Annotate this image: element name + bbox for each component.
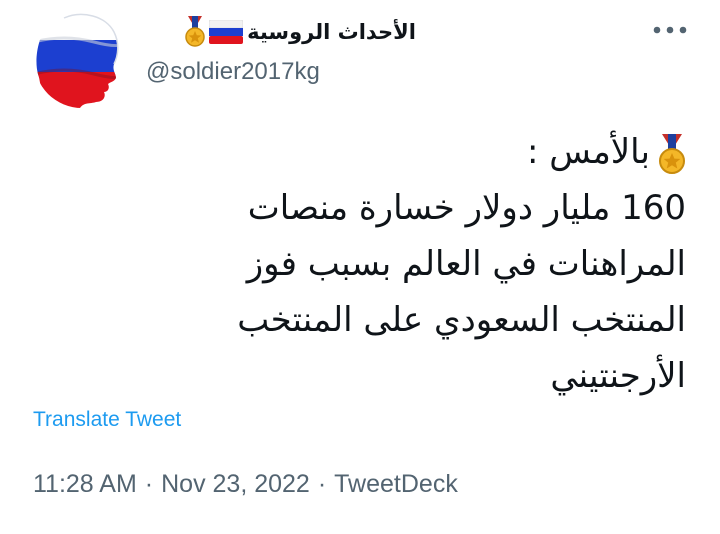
tweet-text-line-3: المراهنات في العالم بسبب فوز [246, 244, 686, 284]
more-options-button[interactable] [648, 16, 692, 44]
meta-separator: · [317, 470, 327, 498]
more-dots-icon [653, 26, 687, 34]
translate-tweet-link[interactable]: Translate Tweet [33, 408, 181, 432]
author-avatar[interactable] [34, 12, 130, 108]
russian-flag-icon [209, 20, 244, 44]
medal-icon [658, 133, 686, 174]
tweet-card: الأحداث الروسية @soldier2017kg بالأمس : … [0, 0, 720, 534]
tweet-text-line-1: بالأمس : [66, 124, 686, 180]
tweet-text: بالأمس : 160 مليار دولار خسارة منصات الم… [66, 124, 686, 404]
author-block[interactable]: الأحداث الروسية @soldier2017kg [146, 14, 416, 98]
author-display-name[interactable]: الأحداث الروسية [247, 20, 416, 44]
tweet-text-line-5: الأرجنتيني [550, 356, 686, 396]
tweet-date[interactable]: Nov 23, 2022 [161, 470, 310, 499]
tweet-meta-row: 11:28 AM · Nov 23, 2022 · TweetDeck [33, 470, 458, 499]
medal-icon [185, 16, 205, 48]
tweet-text-line-2: 160 مليار دولار خسارة منصات [247, 188, 686, 228]
author-name-row[interactable]: الأحداث الروسية [185, 14, 416, 50]
meta-separator: · [144, 470, 154, 498]
tweet-time[interactable]: 11:28 AM [33, 470, 137, 499]
tweet-text-line-4: المنتخب السعودي على المنتخب [237, 300, 686, 340]
author-handle[interactable]: @soldier2017kg [146, 58, 320, 86]
tweet-source-link[interactable]: TweetDeck [334, 470, 458, 499]
russian-flag-avatar-icon [36, 13, 119, 108]
